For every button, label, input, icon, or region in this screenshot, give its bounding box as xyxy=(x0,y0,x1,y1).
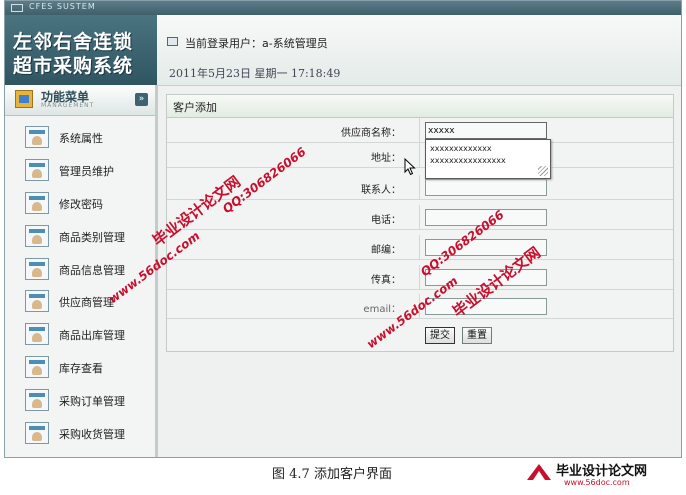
sidebar-item-label: 采购收货管理 xyxy=(59,428,125,442)
sidebar-item-label: 商品类别管理 xyxy=(59,230,125,244)
sidebar-item-label: 商品信息管理 xyxy=(59,263,125,277)
sidebar-item-change-password[interactable]: 修改密码 xyxy=(5,187,157,220)
window-title: CFES SUSTEM xyxy=(29,2,96,11)
sidebar-item-stock-out-management[interactable]: 商品出库管理 xyxy=(5,318,157,351)
function-menu-icon xyxy=(15,90,33,108)
footer-logo-name: 毕业设计论文网 xyxy=(556,464,648,479)
form-row-supplier-name: 供应商名称： xyxy=(167,118,673,143)
user-card-icon xyxy=(25,356,49,379)
sidebar-item-label: 库存查看 xyxy=(59,362,103,376)
user-card-icon xyxy=(25,224,49,247)
system-icon xyxy=(11,4,23,12)
field-label: 地址： xyxy=(371,153,401,164)
mouse-cursor-icon xyxy=(404,158,416,176)
field-label: email： xyxy=(363,304,401,315)
form-row-postcode: 邮编： xyxy=(167,235,673,260)
user-card-icon xyxy=(25,257,49,280)
sidebar: 功能菜单 MANAGEMENT » 系统属性 管理员维护 修改密码 商品类别管理 xyxy=(5,85,158,457)
sidebar-item-label: 商品出库管理 xyxy=(59,329,125,343)
sidebar-subtitle: MANAGEMENT xyxy=(41,102,95,109)
autocomplete-dropdown: xxxxxxxxxxxxx xxxxxxxxxxxxxxxx xyxy=(425,139,551,179)
sidebar-item-label: 修改密码 xyxy=(59,197,103,211)
autocomplete-option[interactable]: xxxxxxxxxxxxx xyxy=(430,144,492,153)
autocomplete-option[interactable]: xxxxxxxxxxxxxxxx xyxy=(430,156,506,165)
sidebar-item-inventory-view[interactable]: 库存查看 xyxy=(5,351,157,384)
current-user-label: 当前登录用户：a-系统管理员 xyxy=(185,37,328,50)
user-card-icon xyxy=(25,126,49,148)
user-card-icon xyxy=(25,323,49,346)
supplier-name-input[interactable] xyxy=(425,122,547,139)
field-label: 传真： xyxy=(371,275,401,286)
figure-caption: 图 4.7 添加客户界面 xyxy=(272,467,392,482)
user-card-icon xyxy=(25,389,49,412)
user-window-icon xyxy=(167,37,178,46)
collapse-menu-button[interactable]: » xyxy=(135,93,148,106)
sidebar-header: 功能菜单 MANAGEMENT » xyxy=(5,85,157,116)
form-title-bar: 客户添加 xyxy=(167,95,673,118)
sidebar-item-label: 管理员维护 xyxy=(59,164,114,178)
reset-button[interactable]: 重置 xyxy=(462,327,492,344)
user-card-icon xyxy=(25,158,49,181)
footer-logo-url: www.56doc.com xyxy=(564,478,630,487)
sidebar-item-purchase-receiving[interactable]: 采购收货管理 xyxy=(5,417,157,450)
sidebar-item-purchase-orders[interactable]: 采购订单管理 xyxy=(5,384,157,417)
field-label: 邮编： xyxy=(371,245,401,256)
field-label: 电话： xyxy=(371,215,401,226)
user-card-icon xyxy=(25,422,49,445)
sidebar-item-label: 供应商管理 xyxy=(59,296,114,310)
form-title: 客户添加 xyxy=(173,101,217,114)
user-card-icon xyxy=(25,191,49,214)
sidebar-item-label: 采购订单管理 xyxy=(59,395,125,409)
field-label: 联系人： xyxy=(361,185,401,196)
brand-logo-icon xyxy=(527,464,551,480)
field-label: 供应商名称： xyxy=(341,128,401,139)
form-row-address: 地址： xyxy=(167,143,673,168)
logo-line-1: 左邻右舍连锁 xyxy=(13,31,134,53)
contact-input[interactable] xyxy=(425,179,547,196)
resize-grip[interactable] xyxy=(538,166,548,176)
window-titlebar: CFES SUSTEM xyxy=(5,1,681,15)
page-header: 当前登录用户：a-系统管理员 2011年5月23日 星期一 17:18:49 xyxy=(157,15,681,86)
current-datetime: 2011年5月23日 星期一 17:18:49 xyxy=(169,67,341,80)
sidebar-item-admin-maintenance[interactable]: 管理员维护 xyxy=(5,154,157,187)
user-card-icon xyxy=(25,290,49,313)
logo-line-2: 超市采购系统 xyxy=(13,55,134,77)
form-row-phone: 电话： xyxy=(167,205,673,230)
submit-button[interactable]: 提交 xyxy=(425,327,455,344)
sidebar-item-label: 系统属性 xyxy=(59,132,103,145)
sidebar-item-system-properties[interactable]: 系统属性 xyxy=(5,121,157,154)
sidebar-item-category-management[interactable]: 商品类别管理 xyxy=(5,220,157,253)
system-logo: 左邻右舍连锁 超市采购系统 xyxy=(5,15,157,85)
